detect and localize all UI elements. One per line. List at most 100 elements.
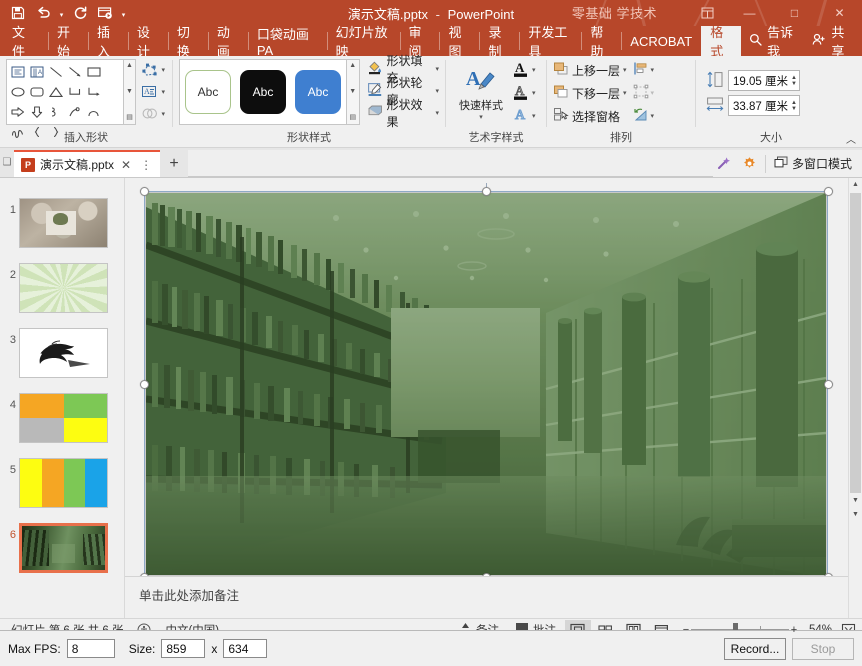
record-button[interactable]: Record... <box>724 637 786 660</box>
rotate-objects-button[interactable]: ▾ <box>633 105 655 127</box>
minimize-button[interactable]: — <box>727 0 772 26</box>
shape-height-spinner[interactable]: ▲ ▼ <box>789 75 797 87</box>
max-fps-input[interactable]: 8 <box>66 639 115 658</box>
tab-format[interactable]: 格式 <box>701 25 742 59</box>
tab-acrobat[interactable]: ACROBAT <box>621 26 701 56</box>
shapes-gallery[interactable]: A <box>6 59 124 138</box>
gallery-expand-icon[interactable]: ▤ <box>126 113 133 123</box>
handle-top-left[interactable] <box>140 187 149 196</box>
round-rect-shape-icon[interactable] <box>27 82 46 102</box>
quick-access-toolbar[interactable]: ▾ ▾ <box>0 2 129 24</box>
down-arrow-shape-icon[interactable] <box>27 102 46 122</box>
wordart-quick-styles-caret[interactable]: ▾ <box>479 113 483 121</box>
shapes-gallery-scroll[interactable]: ▲ ▼ ▤ <box>123 59 137 125</box>
gallery-scroll-up-icon[interactable]: ▲ <box>126 61 133 71</box>
undo-icon[interactable] <box>31 2 55 24</box>
text-box-button[interactable]: A ▾ <box>140 81 166 102</box>
scroll-double-down-icon[interactable]: ▼ <box>852 508 859 522</box>
style-preset-accent[interactable]: Abc <box>295 70 341 114</box>
scroll-down-icon[interactable]: ▼ <box>852 494 859 508</box>
edit-shape-button[interactable]: ▾ <box>140 59 166 80</box>
slide-thumb-1[interactable] <box>19 198 108 248</box>
settings-gear-icon[interactable] <box>739 153 761 175</box>
handle-middle-right[interactable] <box>824 380 833 389</box>
save-icon[interactable] <box>6 2 30 24</box>
bring-forward-button[interactable]: 上移一层 ▾ <box>553 59 629 81</box>
tab-developer[interactable]: 开发工具 <box>519 25 581 59</box>
zoom-out-button[interactable]: − <box>681 624 691 636</box>
doc-tab-close-icon[interactable]: ✕ <box>119 158 133 172</box>
library-corridor-picture[interactable] <box>146 193 826 575</box>
edit-shape-caret[interactable]: ▾ <box>161 66 165 74</box>
tab-home[interactable]: 开始 <box>47 25 88 59</box>
doc-tab-more-icon[interactable]: ⋮ <box>138 158 154 172</box>
right-arrow-shape-icon[interactable] <box>8 102 27 122</box>
share-button[interactable]: 共享 <box>804 25 856 59</box>
magic-wand-icon[interactable] <box>713 153 735 175</box>
arrow-shape-icon[interactable] <box>65 62 84 82</box>
rotate-caret[interactable]: ▾ <box>651 112 655 120</box>
new-tab-button[interactable]: + <box>160 150 188 177</box>
tab-pocket-animation[interactable]: 口袋动画 PA <box>247 26 327 58</box>
align-objects-button[interactable]: ▾ <box>633 59 655 81</box>
doc-tab-presentation[interactable]: P 演示文稿.pptx ✕ ⋮ <box>14 150 161 177</box>
tab-overview-icon[interactable]: ❑ <box>0 147 14 177</box>
shape-effects-caret[interactable]: ▾ <box>435 109 439 117</box>
style-scroll-up-icon[interactable]: ▲ <box>349 61 356 71</box>
slide-thumb-2[interactable] <box>19 263 108 313</box>
multi-window-mode-button[interactable]: 多窗口模式 <box>764 154 856 173</box>
slide-surface[interactable] <box>145 192 827 576</box>
text-outline-caret[interactable]: ▾ <box>532 89 536 97</box>
text-outline-button[interactable]: A ▾ <box>513 82 536 104</box>
collapse-ribbon-icon[interactable]: ︿ <box>846 131 856 146</box>
scrollbar-thumb[interactable] <box>850 193 861 493</box>
size-width-input[interactable]: 859 <box>161 639 206 658</box>
notes-pane[interactable]: 单击此处添加备注 <box>125 576 862 618</box>
text-box-caret[interactable]: ▾ <box>161 88 165 96</box>
tab-animations[interactable]: 动画 <box>207 25 248 59</box>
align-caret[interactable]: ▾ <box>651 66 655 74</box>
shape-fill-caret[interactable]: ▾ <box>435 65 439 73</box>
thumbnail-row-3[interactable]: 3 <box>0 318 124 383</box>
text-fill-button[interactable]: A ▾ <box>513 59 536 81</box>
slide-thumb-5[interactable] <box>19 458 108 508</box>
shape-styles-gallery[interactable]: Abc Abc Abc <box>179 59 347 125</box>
thumbnail-row-1[interactable]: 1 <box>0 188 124 253</box>
undo-dropdown-icon[interactable]: ▾ <box>56 2 67 24</box>
size-height-input[interactable]: 634 <box>223 639 268 658</box>
tab-help[interactable]: 帮助 <box>581 25 621 59</box>
style-scroll-down-icon[interactable]: ▼ <box>349 87 356 97</box>
curve-shape-icon[interactable] <box>46 102 65 122</box>
elbow-arrow-shape-icon[interactable] <box>84 82 103 102</box>
text-effects-button[interactable]: A ▾ <box>513 105 535 127</box>
shape-width-spinner[interactable]: ▲ ▼ <box>789 100 797 112</box>
zoom-in-button[interactable]: + <box>789 624 799 636</box>
selection-pane-button[interactable]: 选择窗格 <box>553 105 629 127</box>
handle-top-center[interactable] <box>482 187 491 196</box>
style-preset-dark[interactable]: Abc <box>240 70 286 114</box>
customize-qat-icon[interactable]: ▾ <box>118 2 129 24</box>
thumbnail-row-5[interactable]: 5 <box>0 448 124 513</box>
thumbnail-row-6[interactable]: 6 <box>0 513 124 578</box>
style-preset-light[interactable]: Abc <box>185 70 231 114</box>
shape-height-input[interactable]: 19.05 厘米 ▲ ▼ <box>728 70 800 91</box>
tab-transitions[interactable]: 切换 <box>167 25 208 59</box>
gallery-scroll-down-icon[interactable]: ▼ <box>126 87 133 97</box>
text-fill-caret[interactable]: ▾ <box>532 66 536 74</box>
canvas-scrollbar[interactable]: ▲ ▼ ▼ <box>848 178 862 618</box>
arc-shape-icon[interactable] <box>84 102 103 122</box>
wordart-quick-styles-button[interactable]: A 快速样式 ▾ <box>452 59 510 127</box>
tab-insert[interactable]: 插入 <box>87 25 128 59</box>
elbow-connector-shape-icon[interactable] <box>65 82 84 102</box>
shape-outline-caret[interactable]: ▾ <box>435 87 439 95</box>
tab-design[interactable]: 设计 <box>127 25 168 59</box>
tab-recording[interactable]: 录制 <box>479 25 519 59</box>
slide-thumb-4[interactable] <box>19 393 108 443</box>
start-presentation-icon[interactable] <box>93 2 117 24</box>
thumbnail-row-2[interactable]: 2 <box>0 253 124 318</box>
shape-width-input[interactable]: 33.87 厘米 ▲ ▼ <box>728 95 800 116</box>
send-backward-button[interactable]: 下移一层 ▾ <box>553 82 629 104</box>
slide-thumb-3[interactable] <box>19 328 108 378</box>
line-shape-icon[interactable] <box>46 62 65 82</box>
handle-middle-left[interactable] <box>140 380 149 389</box>
